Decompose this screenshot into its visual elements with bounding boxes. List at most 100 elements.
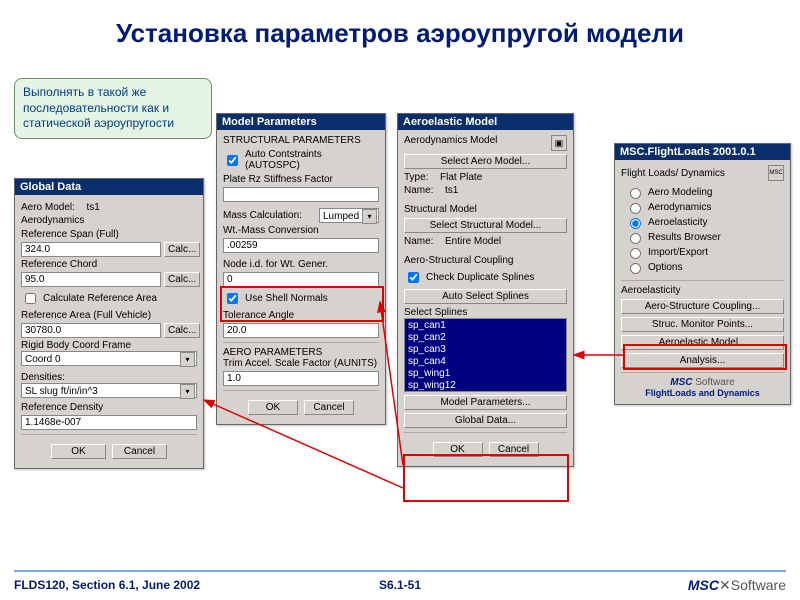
model-parameters-dialog: Model Parameters STRUCTURAL PARAMETERS A…	[216, 113, 386, 425]
msc-logo: MSC Software	[621, 377, 784, 388]
label: Select Splines	[404, 307, 567, 318]
expand-icon[interactable]: ▣	[551, 135, 567, 151]
footer-logo: MSC✕Software	[688, 577, 786, 594]
label: Reference Area (Full Vehicle)	[21, 310, 197, 321]
label: Trim Accel. Scale Factor (AUNITS)	[223, 358, 379, 369]
group-label: Aeroelasticity	[621, 285, 784, 296]
analysis-button[interactable]: Analysis...	[621, 353, 784, 368]
label: Wt.-Mass Conversion	[223, 225, 379, 236]
autospc-checkbox[interactable]	[227, 155, 238, 166]
radio-aero-modeling[interactable]	[630, 188, 641, 199]
label: Mass Calculation:	[223, 210, 316, 221]
ok-button[interactable]: OK	[51, 444, 106, 459]
label: Use Shell Normals	[245, 293, 328, 304]
rz-input[interactable]	[223, 187, 379, 202]
section-label: STRUCTURAL PARAMETERS	[223, 135, 379, 146]
radio-aeroelasticity[interactable]	[630, 218, 641, 229]
mass-select[interactable]: Lumped	[319, 208, 379, 223]
label: Structural Model	[404, 204, 567, 215]
label: Tolerance Angle	[223, 310, 379, 321]
dialog-title: Model Parameters	[217, 114, 385, 130]
section-label: AERO PARAMETERS	[223, 347, 379, 358]
label: Aeroelasticity	[648, 217, 707, 228]
header-label: Flight Loads/ Dynamics	[621, 168, 725, 179]
label: Import/Export	[648, 247, 708, 258]
ref-span-input[interactable]	[21, 242, 161, 257]
radio-results-browser[interactable]	[630, 233, 641, 244]
note-box: Выполнять в такой же последовательности …	[14, 78, 212, 139]
product-label: FlightLoads and Dynamics	[621, 388, 784, 398]
ref-density-input[interactable]	[21, 415, 197, 430]
label: Name:	[404, 236, 433, 247]
global-data-dialog: Global Data Aero Model: ts1 Aerodynamics…	[14, 178, 204, 469]
label: Densities:	[21, 372, 65, 383]
select-aero-button[interactable]: Select Aero Model...	[404, 154, 567, 169]
ref-chord-input[interactable]	[21, 272, 161, 287]
group-label: Aerodynamics	[21, 215, 197, 226]
name-value: ts1	[445, 185, 458, 196]
label: Options	[648, 262, 682, 273]
auto-select-splines-button[interactable]: Auto Select Splines	[404, 289, 567, 304]
footer-divider	[14, 570, 786, 572]
label: Reference Chord	[21, 259, 197, 270]
label: Results Browser	[648, 232, 721, 243]
tol-input[interactable]	[223, 323, 379, 338]
label: Reference Density	[21, 402, 197, 413]
logo-text: Software	[695, 377, 734, 388]
radio-aerodynamics[interactable]	[630, 203, 641, 214]
ok-button[interactable]: OK	[248, 400, 298, 415]
label: Rigid Body Coord Frame	[21, 340, 197, 351]
flightloads-panel: MSC.FlightLoads 2001.0.1 Flight Loads/ D…	[614, 143, 791, 405]
tsf-input[interactable]	[223, 371, 379, 386]
ref-area-input[interactable]	[21, 323, 161, 338]
list-item[interactable]: sp_wing1	[406, 368, 565, 380]
slide-title: Установка параметров аэроупругой модели	[0, 18, 800, 49]
aero-model-value: ts1	[86, 202, 99, 213]
label: Name:	[404, 185, 433, 196]
densities-select[interactable]: SL slug ft/in/in^3	[21, 383, 197, 398]
aeroelastic-model-button[interactable]: Aeroelastic Model...	[621, 335, 784, 350]
aero-struct-coupling-button[interactable]: Aero-Structure Coupling...	[621, 299, 784, 314]
list-item[interactable]: sp_can3	[406, 344, 565, 356]
dialog-title: Global Data	[15, 179, 203, 195]
calc-button[interactable]: Calc...	[164, 242, 200, 257]
cancel-button[interactable]: Cancel	[304, 400, 354, 415]
cancel-button[interactable]: Cancel	[112, 444, 167, 459]
node-input[interactable]	[223, 272, 379, 287]
label: Aerodynamics	[648, 202, 711, 213]
aeroelastic-model-dialog: Aeroelastic Model Aerodynamics Model▣ Se…	[397, 113, 574, 467]
cds-checkbox[interactable]	[408, 272, 419, 283]
model-parameters-button[interactable]: Model Parameters...	[404, 395, 567, 410]
label: Type:	[404, 172, 428, 183]
label: Reference Span (Full)	[21, 229, 197, 240]
label: Aero Modeling	[648, 187, 712, 198]
shell-normals-checkbox[interactable]	[227, 293, 238, 304]
list-item[interactable]: sp_can2	[406, 332, 565, 344]
label: Calculate Reference Area	[43, 293, 157, 304]
splines-listbox[interactable]: sp_can1 sp_can2 sp_can3 sp_can4 sp_wing1…	[404, 318, 567, 392]
wtmass-input[interactable]	[223, 238, 379, 253]
list-item[interactable]: sp_can4	[406, 356, 565, 368]
label: Plate Rz Stiffness Factor	[223, 174, 379, 185]
label: Check Duplicate Splines	[426, 272, 534, 283]
label: Aerodynamics Model	[404, 135, 497, 151]
label: Aero-Structural Coupling	[404, 255, 567, 266]
list-item[interactable]: sp_can1	[406, 320, 565, 332]
sm-name-value: Entire Model	[445, 236, 501, 247]
calc-button[interactable]: Calc...	[164, 272, 200, 287]
select-struct-button[interactable]: Select Structural Model...	[404, 218, 567, 233]
radio-options[interactable]	[630, 263, 641, 274]
dialog-title: MSC.FlightLoads 2001.0.1	[615, 144, 790, 160]
radio-import-export[interactable]	[630, 248, 641, 259]
rbcf-select[interactable]: Coord 0	[21, 351, 197, 366]
ok-button[interactable]: OK	[433, 442, 483, 457]
global-data-button[interactable]: Global Data...	[404, 413, 567, 428]
cancel-button[interactable]: Cancel	[489, 442, 539, 457]
list-item[interactable]: sp_wing12	[406, 380, 565, 392]
struc-monitor-points-button[interactable]: Struc. Monitor Points...	[621, 317, 784, 332]
label: Auto Contstraints (AUTOSPC)	[245, 149, 379, 171]
calc-button[interactable]: Calc...	[164, 323, 200, 338]
label: Node i.d. for Wt. Gener.	[223, 259, 379, 270]
calc-area-checkbox[interactable]	[25, 293, 36, 304]
msc-icon: MSC	[768, 165, 784, 181]
